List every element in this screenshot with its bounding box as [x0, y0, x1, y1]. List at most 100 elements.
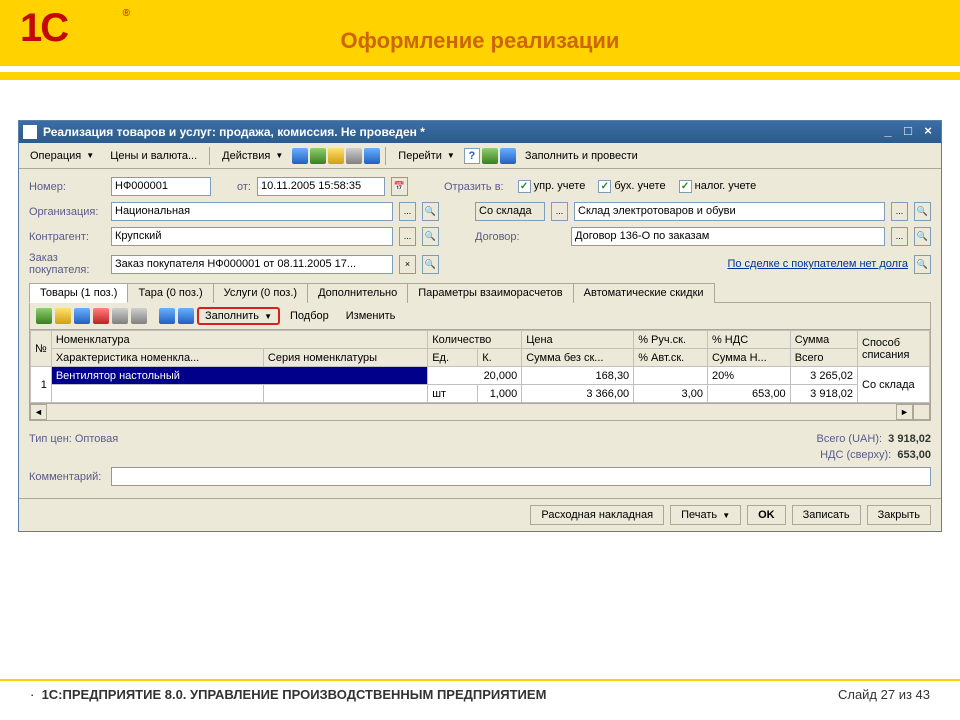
add-row-icon[interactable]	[36, 308, 52, 324]
col-vat-sum[interactable]: Сумма Н...	[707, 349, 790, 367]
change-button[interactable]: Изменить	[339, 307, 403, 325]
comment-field[interactable]	[111, 467, 931, 486]
col-auto-disc[interactable]: % Авт.ск.	[634, 349, 708, 367]
warehouse-field[interactable]: Склад электротоваров и обуви	[574, 202, 885, 221]
tax-checkbox[interactable]: ✓	[679, 180, 692, 193]
col-sum-wo[interactable]: Сумма без ск...	[522, 349, 634, 367]
settings-icon[interactable]	[482, 148, 498, 164]
org-select-icon[interactable]: ...	[399, 202, 416, 221]
col-price[interactable]: Цена	[522, 331, 634, 349]
operation-menu[interactable]: Операция▼	[23, 147, 101, 165]
contr-search-icon[interactable]: 🔍	[422, 227, 439, 246]
contract-field[interactable]: Договор 136-О по заказам	[571, 227, 885, 246]
main-toolbar: Операция▼ Цены и валюта... Действия▼ Пер…	[19, 143, 941, 169]
ok-button[interactable]: OK	[747, 505, 786, 525]
slide-header: 1С ® Оформление реализации	[0, 0, 960, 100]
slide-footer: · 1С:ПРЕДПРИЯТИЕ 8.0. УПРАВЛЕНИЕ ПРОИЗВО…	[0, 679, 960, 702]
edit-row-icon[interactable]	[74, 308, 90, 324]
wh-type-select-icon[interactable]: ...	[551, 202, 568, 221]
titlebar[interactable]: Реализация товаров и услуг: продажа, ком…	[19, 121, 941, 143]
move-up-icon[interactable]	[112, 308, 128, 324]
tab-discounts[interactable]: Автоматические скидки	[573, 283, 715, 303]
col-man-disc[interactable]: % Руч.ск.	[634, 331, 708, 349]
acct-checkbox[interactable]: ✓	[598, 180, 611, 193]
tab-settlements[interactable]: Параметры взаиморасчетов	[407, 283, 573, 303]
sort-asc-icon[interactable]	[159, 308, 175, 324]
total-label: Всего (UAH):	[817, 433, 883, 445]
select-button[interactable]: Подбор	[283, 307, 336, 325]
contr-field[interactable]: Крупский	[111, 227, 393, 246]
save-button[interactable]: Записать	[792, 505, 861, 525]
prices-button[interactable]: Цены и валюта...	[103, 147, 204, 165]
fill-button[interactable]: Заполнить ▼	[197, 307, 280, 325]
sort-desc-icon[interactable]	[178, 308, 194, 324]
col-num[interactable]: №	[31, 331, 52, 367]
col-method[interactable]: Способ списания	[858, 331, 930, 367]
date-field[interactable]: 10.11.2005 15:58:35	[257, 177, 385, 196]
contr-select-icon[interactable]: ...	[399, 227, 416, 246]
header-stripe	[0, 72, 960, 80]
tab-extra[interactable]: Дополнительно	[307, 283, 408, 303]
invoice-button[interactable]: Расходная накладная	[530, 505, 664, 525]
table-row[interactable]: 1 Вентилятор настольный 20,000 168,30 20…	[31, 367, 930, 385]
scroll-left-icon[interactable]: ◄	[30, 404, 47, 420]
window-title: Реализация товаров и услуг: продажа, ком…	[43, 125, 879, 139]
org-label: Организация:	[29, 206, 105, 218]
col-grand[interactable]: Всего	[790, 349, 857, 367]
order-clear-icon[interactable]: ×	[399, 255, 416, 274]
number-field[interactable]: НФ000001	[111, 177, 211, 196]
help-icon[interactable]: ?	[464, 148, 480, 164]
tab-tara[interactable]: Тара (0 поз.)	[127, 283, 213, 303]
list-icon[interactable]	[500, 148, 516, 164]
order-field[interactable]: Заказ покупателя НФ000001 от 08.11.2005 …	[111, 255, 393, 274]
tab-goods[interactable]: Товары (1 поз.)	[29, 283, 128, 303]
actions-menu[interactable]: Действия▼	[215, 147, 290, 165]
maximize-button[interactable]: □	[899, 124, 917, 140]
post-icon[interactable]	[292, 148, 308, 164]
col-unit[interactable]: Ед.	[428, 349, 478, 367]
total-value: 3 918,02	[888, 433, 931, 445]
fill-post-button[interactable]: Заполнить и провести	[518, 147, 645, 165]
minimize-button[interactable]: _	[879, 124, 897, 140]
wh-search-icon[interactable]: 🔍	[914, 202, 931, 221]
go-menu[interactable]: Перейти▼	[391, 147, 462, 165]
wh-select-icon[interactable]: ...	[891, 202, 908, 221]
basis-icon[interactable]	[364, 148, 380, 164]
report-icon[interactable]	[328, 148, 344, 164]
col-series[interactable]: Серия номенклатуры	[263, 349, 427, 367]
deal-search-icon[interactable]: 🔍	[914, 255, 931, 274]
col-char[interactable]: Характеристика номенкла...	[51, 349, 263, 367]
contract-select-icon[interactable]: ...	[891, 227, 908, 246]
structure-icon[interactable]	[346, 148, 362, 164]
slide-number: Слайд 27 из 43	[838, 687, 930, 702]
horizontal-scrollbar[interactable]: ◄ ►	[30, 403, 930, 420]
deal-link[interactable]: По сделке с покупателем нет долга	[727, 258, 908, 270]
calendar-icon[interactable]: 📅	[391, 177, 408, 196]
contr-label: Контрагент:	[29, 231, 105, 243]
col-vat-pct[interactable]: % НДС	[707, 331, 790, 349]
org-field[interactable]: Национальная	[111, 202, 393, 221]
move-down-icon[interactable]	[131, 308, 147, 324]
close-window-button[interactable]: Закрыть	[867, 505, 931, 525]
copy-row-icon[interactable]	[55, 308, 71, 324]
goods-table[interactable]: № Номенклатура Количество Цена % Руч.ск.…	[29, 329, 931, 421]
tab-services[interactable]: Услуги (0 поз.)	[213, 283, 308, 303]
number-label: Номер:	[29, 181, 105, 193]
app-window: Реализация товаров и услуг: продажа, ком…	[18, 120, 942, 532]
contract-search-icon[interactable]: 🔍	[914, 227, 931, 246]
org-search-icon[interactable]: 🔍	[422, 202, 439, 221]
close-button[interactable]: ×	[919, 124, 937, 140]
mgmt-checkbox[interactable]: ✓	[518, 180, 531, 193]
table-row[interactable]: шт 1,000 3 366,00 3,00 653,00 3 918,02	[31, 385, 930, 403]
col-nomen[interactable]: Номенклатура	[51, 331, 427, 349]
col-k[interactable]: К.	[478, 349, 522, 367]
refresh-icon[interactable]	[310, 148, 326, 164]
col-qty[interactable]: Количество	[428, 331, 522, 349]
delete-row-icon[interactable]	[93, 308, 109, 324]
order-search-icon[interactable]: 🔍	[422, 255, 439, 274]
cell-nomen: Вентилятор настольный	[51, 367, 427, 385]
print-menu[interactable]: Печать ▼	[670, 505, 741, 525]
col-total[interactable]: Сумма	[790, 331, 857, 349]
from-wh-field[interactable]: Со склада	[475, 202, 545, 221]
scroll-right-icon[interactable]: ►	[896, 404, 913, 420]
